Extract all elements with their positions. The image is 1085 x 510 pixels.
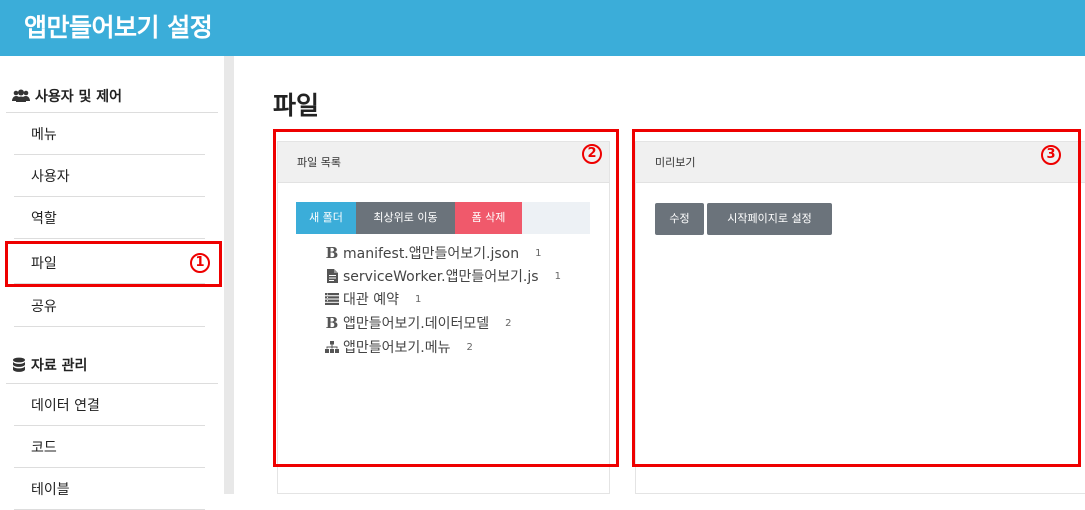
app-title: 앱만들어보기 설정	[24, 13, 213, 42]
sidebar-item-menu[interactable]: 메뉴	[14, 113, 205, 155]
page-title: 파일	[273, 91, 320, 120]
users-icon	[12, 89, 30, 102]
sidebar-item-label: 메뉴	[31, 127, 57, 143]
section-title: 사용자 및 제어	[35, 89, 123, 105]
section-data-management: 자료 관리	[12, 355, 87, 375]
annotation-marker-2: 2	[582, 144, 602, 164]
sidebar-item-label: 사용자	[31, 169, 70, 185]
annotation-marker-3: 3	[1041, 145, 1061, 165]
annotation-marker-1: 1	[190, 253, 210, 273]
sidebar-item-roles[interactable]: 역할	[14, 197, 205, 239]
section-title: 자료 관리	[31, 358, 88, 374]
sidebar-item-label: 테이블	[31, 482, 70, 498]
highlight-box-2	[273, 129, 619, 467]
database-icon	[13, 357, 25, 372]
sidebar-item-label: 코드	[31, 440, 57, 456]
app-header: 앱만들어보기 설정	[0, 0, 1085, 56]
sidebar-item-share[interactable]: 공유	[14, 285, 205, 327]
sidebar-item-label: 공유	[31, 299, 57, 315]
sidebar-item-table[interactable]: 테이블	[14, 468, 205, 510]
sidebar-item-code[interactable]: 코드	[14, 426, 205, 468]
sidebar-scrollbar[interactable]	[224, 56, 234, 494]
sidebar-item-label: 역할	[31, 211, 57, 227]
highlight-box-3	[632, 129, 1081, 467]
sidebar-item-users[interactable]: 사용자	[14, 155, 205, 197]
sidebar-item-label: 데이터 연결	[31, 398, 100, 414]
section-users-control: 사용자 및 제어	[12, 86, 122, 106]
sidebar-item-data-connection[interactable]: 데이터 연결	[14, 384, 205, 426]
